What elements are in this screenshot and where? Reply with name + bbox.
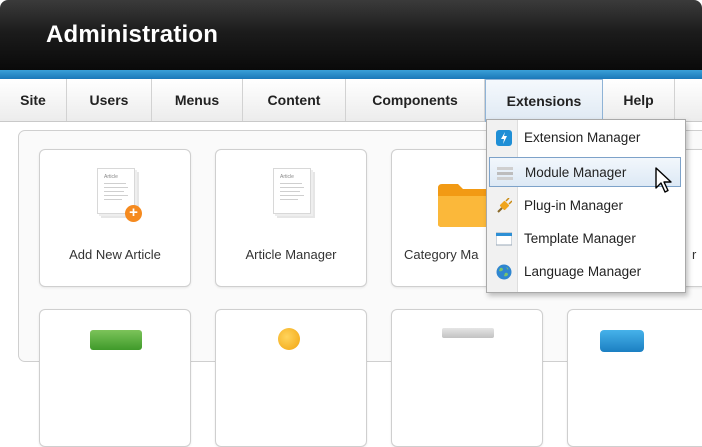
mouse-cursor-icon <box>655 167 672 193</box>
menu-content[interactable]: Content <box>243 79 346 121</box>
extension-icon <box>496 130 512 146</box>
dropdown-item-label: Extension Manager <box>524 130 641 145</box>
dropdown-item-label: Language Manager <box>524 264 642 279</box>
menu-extensions[interactable]: Extensions <box>485 79 603 122</box>
card-label: r <box>692 247 697 262</box>
article-manager-icon: Article <box>273 168 311 214</box>
module-icon <box>497 167 513 180</box>
menu-extension-manager[interactable]: Extension Manager <box>489 123 681 153</box>
main-menubar: Site Users Menus Content Components Exte… <box>0 79 702 122</box>
card-row2-3[interactable] <box>391 309 543 447</box>
menu-template-manager[interactable]: Template Manager <box>489 224 681 254</box>
menu-module-manager[interactable]: Module Manager <box>489 157 681 187</box>
menu-site[interactable]: Site <box>0 79 67 121</box>
site-icon <box>90 330 142 350</box>
menu-help[interactable]: Help <box>603 79 675 121</box>
card-label: Article Manager <box>245 247 337 262</box>
plus-badge-icon: + <box>125 205 142 222</box>
menu-menus[interactable]: Menus <box>152 79 243 121</box>
menu-icon <box>442 328 494 338</box>
menu-users[interactable]: Users <box>67 79 152 121</box>
menu-language-manager[interactable]: Language Manager <box>489 257 681 287</box>
menu-components[interactable]: Components <box>346 79 485 121</box>
plugin-icon <box>497 198 512 213</box>
card-row2-1[interactable] <box>39 309 191 447</box>
template-icon <box>496 232 512 246</box>
user-icon <box>278 328 300 350</box>
dropdown-item-label: Module Manager <box>525 165 627 180</box>
card-label: Add New Article <box>69 247 161 262</box>
header-title: Administration <box>46 21 219 48</box>
card-add-new-article[interactable]: Article + Add New Article <box>39 149 191 287</box>
card-row2-2[interactable] <box>215 309 367 447</box>
dropdown-item-label: Plug-in Manager <box>524 198 624 213</box>
admin-header: Administration <box>0 0 702 70</box>
dropdown-item-label: Template Manager <box>524 231 636 246</box>
extensions-dropdown: Extension Manager Module Manager Plug-in… <box>486 119 686 293</box>
card-article-manager[interactable]: Article Article Manager <box>215 149 367 287</box>
menu-plugin-manager[interactable]: Plug-in Manager <box>489 191 681 221</box>
header-accent-bar <box>0 70 702 79</box>
extension-icon <box>600 330 644 352</box>
card-row2-4[interactable] <box>567 309 702 447</box>
language-globe-icon <box>496 264 512 280</box>
